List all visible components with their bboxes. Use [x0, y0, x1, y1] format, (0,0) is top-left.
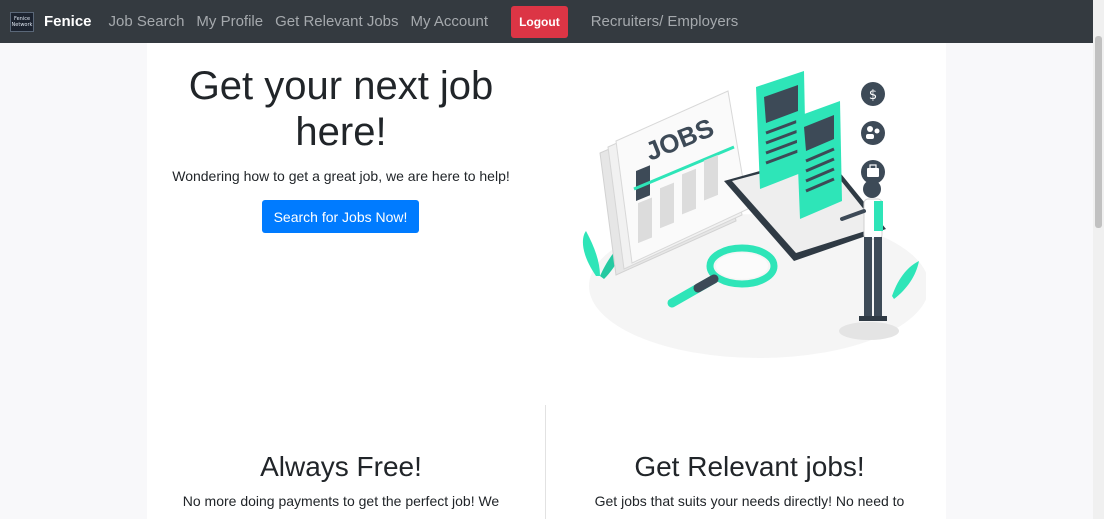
brand-logo-line2: Network	[11, 21, 33, 28]
scrollbar-thumb[interactable]	[1095, 36, 1102, 228]
feature-text-always-free: No more doing payments to get the perfec…	[182, 493, 500, 509]
nav-link-job-search[interactable]: Job Search	[109, 13, 185, 30]
jobs-illustration: JOBS $	[582, 71, 926, 358]
top-navbar: Fenice Network Fenice Job Search My Prof…	[0, 0, 1093, 43]
nav-link-relevant-jobs[interactable]: Get Relevant Jobs	[275, 13, 398, 30]
nav-link-recruiters[interactable]: Recruiters/ Employers	[591, 13, 739, 30]
dollar-icon: $	[861, 82, 885, 106]
nav-link-my-account[interactable]: My Account	[411, 13, 489, 30]
hero-title: Get your next job here!	[188, 64, 494, 154]
features-divider	[545, 405, 546, 519]
logout-button[interactable]: Logout	[511, 5, 568, 38]
page-scrollbar[interactable]	[1093, 0, 1104, 519]
feature-title-always-free: Always Free!	[260, 451, 422, 482]
main-container: Get your next job here! Wondering how to…	[147, 43, 946, 519]
brand-logo[interactable]: Fenice Network	[10, 11, 34, 32]
briefcase-icon	[861, 160, 885, 184]
feature-title-relevant-jobs: Get Relevant jobs!	[634, 451, 865, 482]
svg-text:$: $	[869, 88, 877, 103]
search-jobs-button[interactable]: Search for Jobs Now!	[262, 200, 419, 233]
hero-subtitle: Wondering how to get a great job, we are…	[172, 168, 510, 184]
feature-text-relevant-jobs: Get jobs that suits your needs directly!…	[594, 493, 905, 509]
nav-link-my-profile[interactable]: My Profile	[196, 13, 263, 30]
people-icon	[861, 121, 885, 145]
brand-name[interactable]: Fenice	[44, 13, 92, 30]
